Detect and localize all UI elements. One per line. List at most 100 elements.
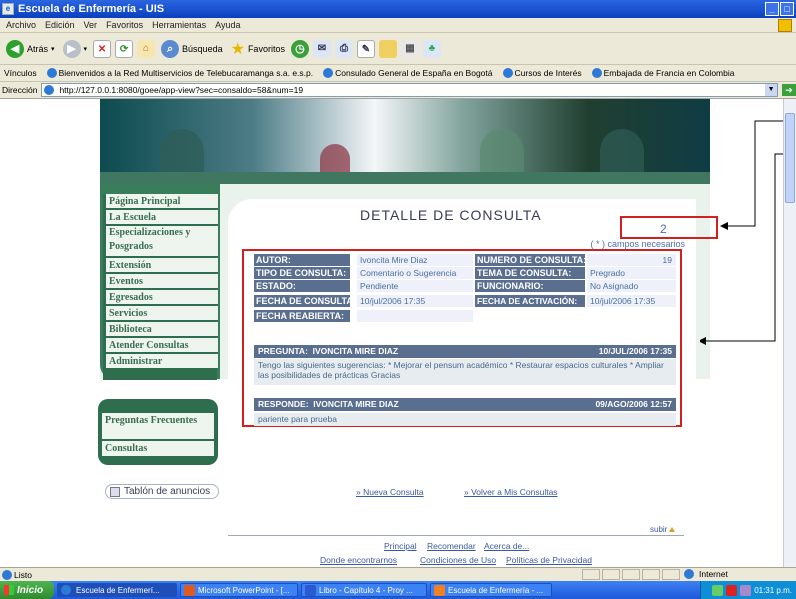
- fecha-consulta-label: FECHA DE CONSULTA:: [254, 295, 356, 307]
- new-consultation-link[interactable]: » Nueva Consulta: [356, 487, 424, 497]
- footer-link-recomendar[interactable]: Recomendar: [427, 541, 476, 551]
- nav-item-consultas[interactable]: Consultas: [102, 441, 214, 456]
- ie-link-icon: [46, 68, 57, 79]
- firefox-icon: [434, 584, 445, 596]
- nav-item-pagina-principal[interactable]: Página Principal: [106, 194, 218, 209]
- menu-bar: Archivo Edición Ver Favoritos Herramient…: [0, 18, 796, 33]
- nav-item-administrar[interactable]: Administrar: [106, 354, 218, 369]
- messenger-icon[interactable]: ♣: [422, 39, 441, 58]
- search-button[interactable]: ⌕ Búsqueda: [159, 39, 225, 58]
- footer-link-donde[interactable]: Donde encontrarnos: [320, 555, 397, 565]
- question-author: IVONCITA MIRE DIAZ: [312, 346, 399, 356]
- stop-icon[interactable]: ✕: [93, 39, 112, 58]
- taskbar: Inicio Escuela de Enfermerí... Microsoft…: [0, 581, 796, 599]
- bulletin-board-button[interactable]: Tablón de anuncios: [105, 484, 219, 499]
- required-fields-note: ( * ) campos necesarios: [590, 239, 685, 249]
- numero-label: NUMERO DE CONSULTA:: [475, 254, 587, 266]
- answer-text: pariente para prueba: [254, 413, 676, 426]
- board-icon: [110, 486, 120, 497]
- fecha-reabierta-label: FECHA REABIERTA:: [254, 310, 350, 322]
- status-bar: Listo Internet: [0, 567, 796, 581]
- print-icon[interactable]: ⎙: [334, 39, 353, 58]
- nav-item-atender-consultas[interactable]: Atender Consultas: [106, 338, 218, 353]
- fecha-reabierta-value: [357, 310, 473, 322]
- answer-header: RESPONDE: IVONCITA MIRE DIAZ 09/AGO/2006…: [254, 398, 676, 411]
- numero-value: 19: [587, 254, 676, 266]
- main-navigation: Página Principal La Escuela Especializac…: [103, 194, 218, 380]
- back-button[interactable]: ◀ Atrás ▾: [4, 39, 57, 58]
- forward-arrow-icon: ▶: [62, 39, 81, 58]
- maximize-icon[interactable]: □: [780, 2, 794, 16]
- tema-value: Pregrado: [587, 267, 676, 279]
- address-input[interactable]: http://127.0.0.1:8080/goee/app-view?sec=…: [41, 83, 779, 97]
- link-item[interactable]: Consulado General de España en Bogotá: [323, 68, 493, 79]
- secondary-navigation: Preguntas Frecuentes Consultas: [98, 399, 218, 465]
- menu-favorites[interactable]: Favoritos: [106, 20, 143, 30]
- menu-help[interactable]: Ayuda: [215, 20, 240, 30]
- nav-item-eventos[interactable]: Eventos: [106, 274, 218, 289]
- footer-link-condiciones[interactable]: Condiciones de Uso: [420, 555, 496, 565]
- folder-icon[interactable]: [378, 39, 397, 58]
- edit-icon[interactable]: ✎: [356, 39, 375, 58]
- ie-link-icon: [591, 68, 602, 79]
- star-icon: ★: [230, 40, 245, 58]
- windows-flag-icon: [778, 19, 792, 32]
- fecha-activacion-label: FECHA DE ACTIVACIÓN:: [475, 295, 585, 307]
- menu-edit[interactable]: Edición: [45, 20, 75, 30]
- answer-date: 09/AGO/2006 12:57: [595, 399, 672, 409]
- footer-link-privacidad[interactable]: Políticas de Privacidad: [506, 555, 592, 565]
- window-controls: _ □: [765, 2, 794, 16]
- ie-link-icon: [323, 68, 334, 79]
- refresh-icon[interactable]: ⟳: [115, 39, 134, 58]
- search-icon: ⌕: [161, 39, 180, 58]
- nav-item-especializaciones[interactable]: Especializaciones y Posgrados: [106, 226, 218, 257]
- address-bar: Dirección http://127.0.0.1:8080/goee/app…: [0, 82, 796, 99]
- chevron-down-icon[interactable]: ▼: [765, 84, 778, 96]
- nav-item-egresados[interactable]: Egresados: [106, 290, 218, 305]
- nav-item-extension[interactable]: Extensión: [106, 258, 218, 273]
- minimize-icon[interactable]: _: [765, 2, 779, 16]
- question-text: Tengo las siguientes sugerencias: * Mejo…: [254, 359, 676, 385]
- estado-value: Pendiente: [357, 280, 473, 292]
- taskbar-item[interactable]: Microsoft PowerPoint - [...: [180, 583, 298, 597]
- footer-divider: [228, 535, 684, 536]
- taskbar-item[interactable]: Escuela de Enfermería - ...: [430, 583, 552, 597]
- link-item[interactable]: Embajada de Francia en Colombia: [591, 68, 734, 79]
- estado-label: ESTADO:: [254, 280, 350, 292]
- vertical-scrollbar[interactable]: [783, 99, 796, 567]
- nav-item-la-escuela[interactable]: La Escuela: [106, 210, 218, 225]
- history-icon[interactable]: ◷: [290, 39, 309, 58]
- start-button[interactable]: Inicio: [0, 581, 54, 599]
- back-to-consultations-link[interactable]: » Volver a Mis Consultas: [464, 487, 558, 497]
- menu-file[interactable]: Archivo: [6, 20, 36, 30]
- nav-item-preguntas-frecuentes[interactable]: Preguntas Frecuentes: [102, 413, 214, 439]
- toolbar: ◀ Atrás ▾ ▶ ▾ ✕ ⟳ ⌂ ⌕ Búsqueda ★ Favoritos…: [0, 33, 796, 65]
- funcionario-label: FUNCIONARIO:: [475, 280, 585, 292]
- taskbar-item[interactable]: Libro - Capítulo 4 - Proy ...: [301, 583, 427, 597]
- answer-author: IVONCITA MIRE DIAZ: [313, 399, 399, 409]
- menu-tools[interactable]: Herramientas: [152, 20, 206, 30]
- links-bar: Vínculos Bienvenidos a la Red Multiservi…: [0, 65, 796, 82]
- scroll-top-link[interactable]: subir: [650, 525, 676, 534]
- system-tray: 01:31 p.m.: [700, 581, 796, 599]
- taskbar-item[interactable]: Escuela de Enfermerí...: [57, 583, 177, 597]
- link-item[interactable]: Cursos de Interés: [502, 68, 582, 79]
- link-item[interactable]: Bienvenidos a la Red Multiservicios de T…: [46, 68, 313, 79]
- footer-link-principal[interactable]: Principal: [384, 541, 417, 551]
- annotation-number: 2: [660, 222, 667, 236]
- research-icon[interactable]: ▦: [400, 39, 419, 58]
- forward-button[interactable]: ▶ ▾: [61, 39, 90, 58]
- tipo-value: Comentario o Sugerencia: [357, 267, 473, 279]
- address-label: Dirección: [2, 85, 38, 95]
- go-arrow-icon[interactable]: ➔: [782, 84, 796, 96]
- footer-link-acerca[interactable]: Acerca de...: [484, 541, 529, 551]
- menu-view[interactable]: Ver: [84, 20, 98, 30]
- favorites-button[interactable]: ★ Favoritos: [229, 39, 287, 59]
- home-icon[interactable]: ⌂: [137, 39, 156, 58]
- nav-item-biblioteca[interactable]: Biblioteca: [106, 322, 218, 337]
- mail-icon[interactable]: ✉: [312, 39, 331, 58]
- page-viewport: Página Principal La Escuela Especializac…: [0, 99, 783, 567]
- up-arrow-icon: [669, 527, 676, 532]
- nav-item-servicios[interactable]: Servicios: [106, 306, 218, 321]
- autor-value: Ivoncita Mire Diaz: [357, 254, 473, 266]
